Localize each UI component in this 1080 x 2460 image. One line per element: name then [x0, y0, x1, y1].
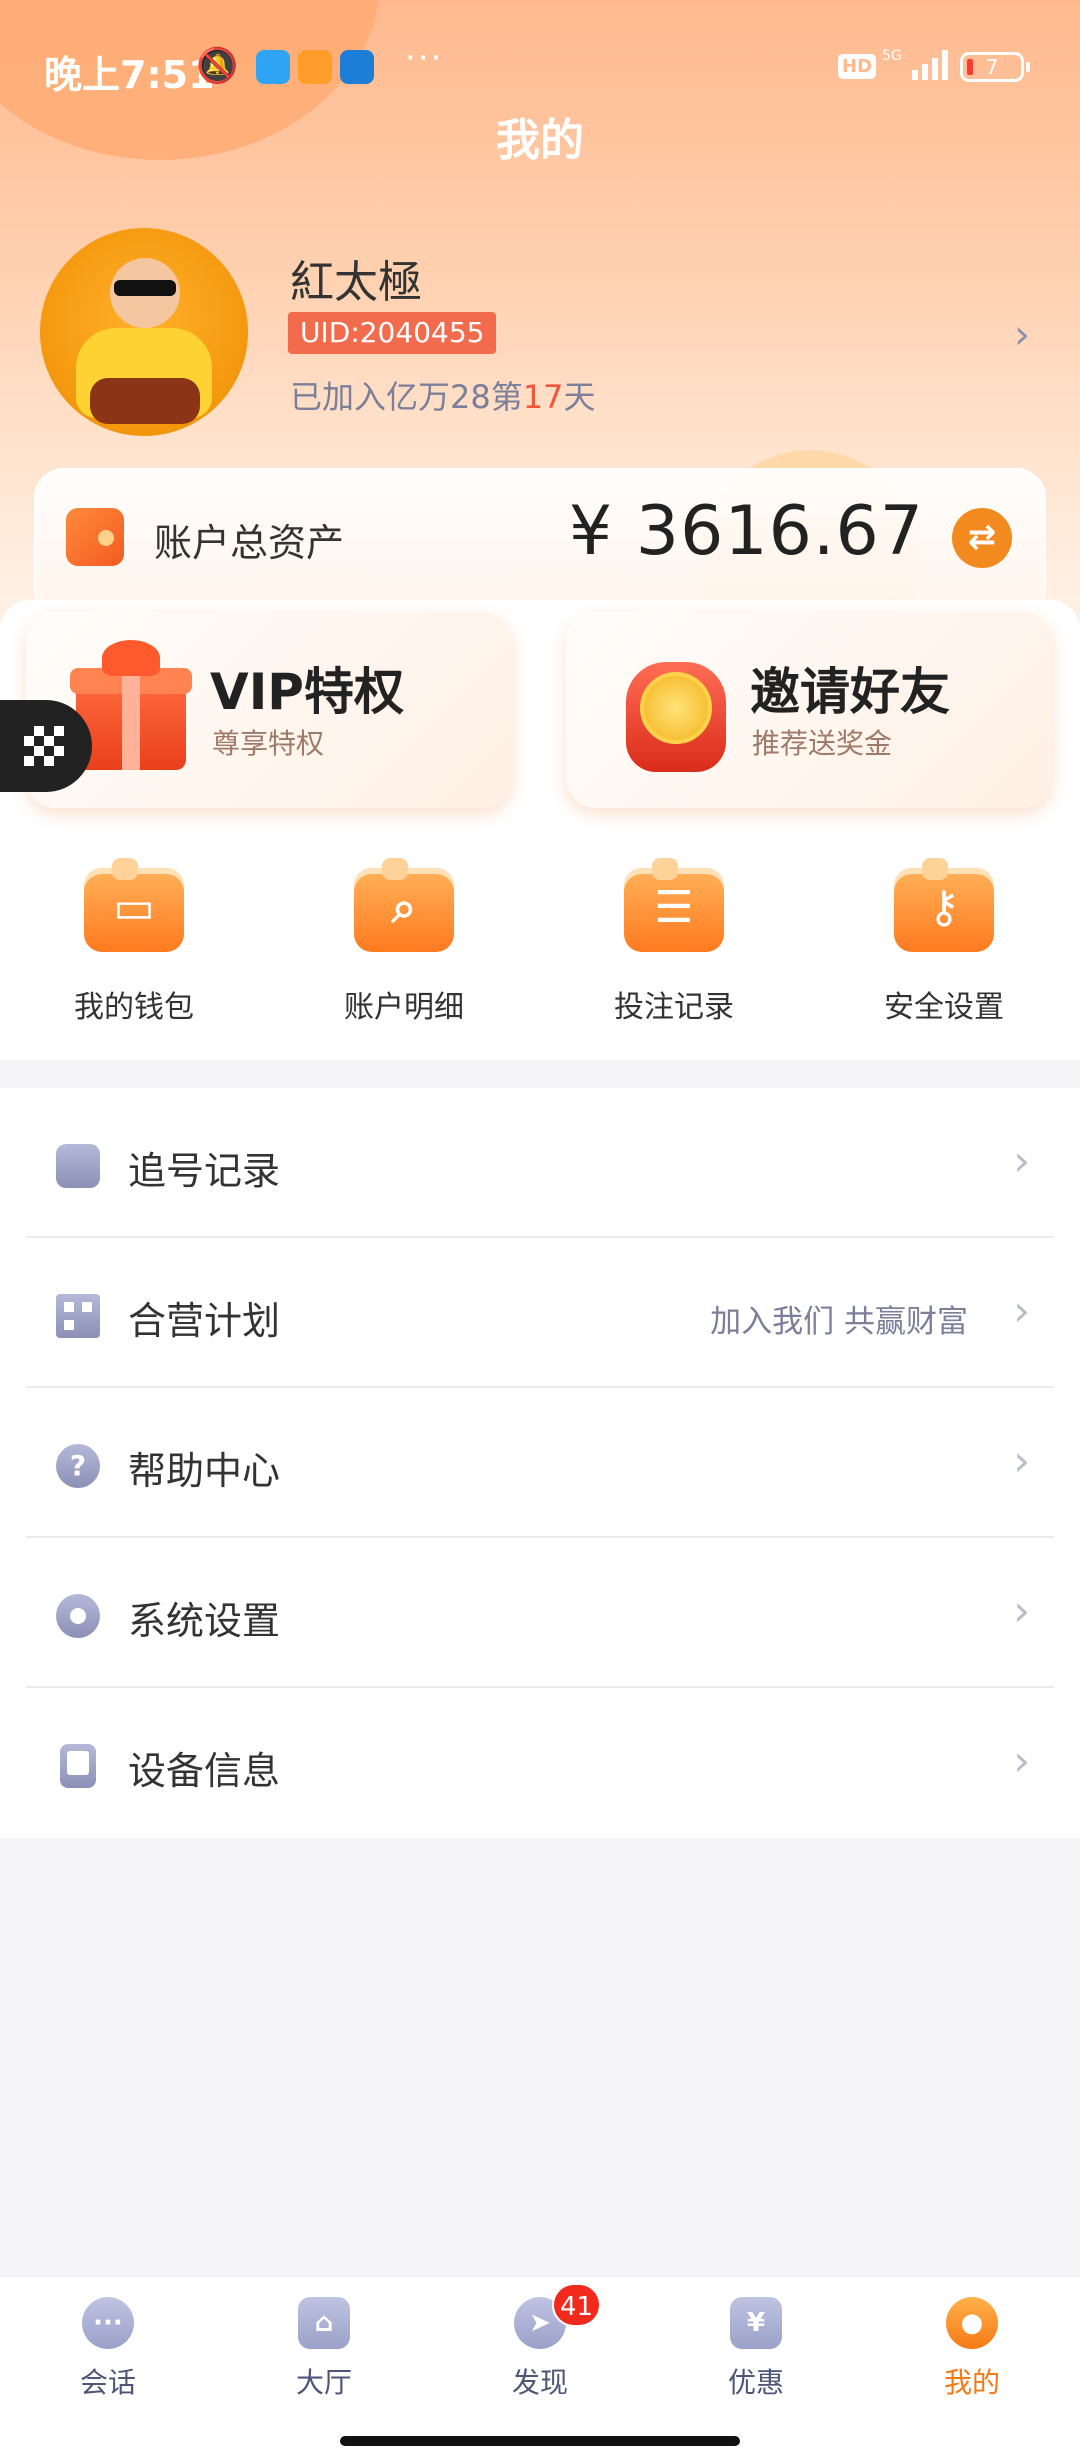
menu-extra-text: 加入我们 共赢财富	[710, 1304, 968, 1340]
nav-chat[interactable]: ··· 会话	[0, 2297, 216, 2417]
nav-discover[interactable]: ➤ 41 发现	[432, 2283, 648, 2417]
assets-label: 账户总资产	[154, 521, 345, 565]
nav-label: 发现	[511, 2366, 568, 2399]
quick-wallet-label: 我的钱包	[74, 990, 194, 1025]
chevron-right-icon: ›	[1013, 1586, 1030, 1635]
page-title: 我的	[496, 115, 584, 166]
join-prefix: 已加入亿万28第	[290, 378, 523, 416]
vip-title: VIP特权	[210, 663, 404, 721]
status-time: 晚上7:51	[44, 53, 215, 97]
join-days: 17	[522, 378, 564, 416]
notification-badge: 41	[552, 2283, 602, 2327]
vip-subtitle: 尊享特权	[212, 727, 325, 760]
wallet-icon: ▭	[84, 858, 184, 952]
coupon-icon: ¥	[730, 2297, 782, 2349]
chat-icon: ···	[82, 2297, 134, 2349]
gear-icon	[56, 1594, 100, 1638]
chevron-right-icon: ›	[1013, 1136, 1030, 1185]
chevron-right-icon: ›	[1013, 1436, 1030, 1485]
coin-hand-icon	[622, 642, 732, 782]
battery-icon: 7	[960, 52, 1030, 82]
menu-label: 追号记录	[128, 1149, 281, 1193]
menu-label: 设备信息	[128, 1749, 281, 1793]
gold-coin	[640, 672, 712, 744]
user-name: 紅太極	[290, 257, 422, 308]
quick-account-details-label: 账户明细	[344, 990, 464, 1025]
quick-security-settings-label: 安全设置	[884, 990, 1004, 1025]
floating-qr-button[interactable]	[0, 700, 92, 792]
mute-bell-icon: 🔕	[196, 46, 239, 86]
join-days-text: 已加入亿万28第17天	[290, 372, 595, 418]
menu-system-settings[interactable]: 系统设置 ›	[0, 1538, 1080, 1688]
notepad-icon: ☰	[624, 858, 724, 952]
avatar-glasses	[114, 280, 176, 296]
signal-label: 5G	[882, 48, 902, 64]
quick-security-settings[interactable]: ⚷ 安全设置	[844, 856, 1044, 1026]
nav-offers[interactable]: ¥ 优惠	[648, 2297, 864, 2417]
hall-icon: ⌂	[298, 2297, 350, 2349]
assets-value: ¥ 3616.67	[568, 492, 924, 571]
gift-ribbon	[122, 668, 140, 770]
nav-label: 优惠	[727, 2366, 784, 2399]
chevron-right-icon: ›	[1013, 1286, 1030, 1335]
menu-label: 帮助中心	[128, 1449, 281, 1493]
invite-friends-card[interactable]: 邀请好友 推荐送奖金	[566, 612, 1052, 808]
chevron-right-icon: ›	[1013, 1736, 1030, 1785]
avatar-shorts	[90, 378, 200, 424]
refresh-icon[interactable]: ⇄	[952, 508, 1012, 568]
menu-label: 合营计划	[128, 1299, 281, 1343]
nav-label: 我的	[943, 2366, 1000, 2399]
menu-partner-plan[interactable]: 合营计划 加入我们 共赢财富 ›	[0, 1238, 1080, 1388]
hd-indicator: HD	[838, 54, 877, 79]
home-indicator[interactable]	[340, 2436, 740, 2446]
magnifier-icon: ⌕	[354, 858, 454, 952]
notes-app-icon	[298, 50, 332, 84]
signal-icon: 5G	[882, 48, 948, 80]
nav-label: 大厅	[295, 2366, 352, 2399]
nav-hall[interactable]: ⌂ 大厅	[216, 2297, 432, 2417]
more-notifications-icon: ···	[405, 38, 444, 78]
avatar[interactable]	[40, 228, 248, 436]
assets-card: 账户总资产 ¥ 3616.67 ⇄	[34, 468, 1046, 618]
menu-label: 系统设置	[128, 1599, 281, 1643]
quick-bet-records[interactable]: ☰ 投注记录	[574, 856, 774, 1026]
quick-account-details[interactable]: ⌕ 账户明细	[304, 856, 504, 1026]
menu-device-info[interactable]: 设备信息 ›	[0, 1688, 1080, 1838]
nav-label: 会话	[79, 2366, 136, 2399]
device-icon	[60, 1744, 96, 1788]
nav-mine[interactable]: ● 我的	[864, 2297, 1080, 2417]
profile-chevron-icon[interactable]: ›	[1014, 312, 1030, 358]
invite-subtitle: 推荐送奖金	[752, 727, 893, 760]
gift-icon	[70, 640, 192, 770]
quick-wallet[interactable]: ▭ 我的钱包	[34, 856, 234, 1026]
gift-bow	[102, 640, 160, 676]
messages-app-icon	[256, 50, 290, 84]
invite-title: 邀请好友	[750, 663, 950, 721]
user-icon: ●	[946, 2297, 998, 2349]
qr-icon	[24, 726, 64, 766]
menu-list: 追号记录 › 合营计划 加入我们 共赢财富 › ? 帮助中心 › 系统设置 › …	[0, 1088, 1080, 1838]
qr-icon	[56, 1294, 100, 1338]
wallet-icon	[66, 508, 124, 566]
browser-app-icon	[340, 50, 374, 84]
quick-bet-records-label: 投注记录	[614, 990, 734, 1025]
menu-help-center[interactable]: ? 帮助中心 ›	[0, 1388, 1080, 1538]
uid-badge: UID:2040455	[288, 312, 497, 354]
bottom-nav: ··· 会话 ⌂ 大厅 ➤ 41 发现 ¥ 优惠 ● 我的	[0, 2276, 1080, 2460]
clipboard-icon	[56, 1144, 100, 1188]
menu-chase-records[interactable]: 追号记录 ›	[0, 1088, 1080, 1238]
vip-privilege-card[interactable]: VIP特权 尊享特权	[26, 612, 512, 808]
help-icon: ?	[56, 1444, 100, 1488]
join-suffix: 天	[563, 378, 596, 416]
key-icon: ⚷	[894, 858, 994, 952]
